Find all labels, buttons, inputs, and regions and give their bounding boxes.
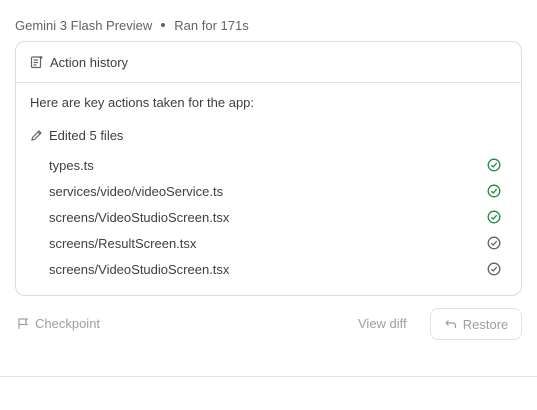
separator-dot <box>161 23 166 27</box>
file-name: screens/ResultScreen.tsx <box>49 235 197 251</box>
file-name: services/video/videoService.ts <box>49 183 224 199</box>
action-history-icon <box>30 56 43 69</box>
file-row[interactable]: types.ts <box>16 152 521 178</box>
check-circle-icon <box>487 158 501 172</box>
check-circle-icon <box>487 184 501 198</box>
file-name: screens/VideoStudioScreen.tsx <box>49 209 230 225</box>
file-row[interactable]: services/video/videoService.ts <box>16 178 521 204</box>
flag-icon <box>18 318 29 329</box>
checkpoint-button[interactable]: Checkpoint <box>17 316 100 331</box>
bottom-divider <box>0 376 537 377</box>
check-circle-icon <box>487 236 501 250</box>
checkpoint-label: Checkpoint <box>35 316 101 331</box>
file-row[interactable]: screens/VideoStudioScreen.tsx <box>16 204 521 230</box>
card-header: Action history <box>16 42 521 83</box>
edited-files-label: Edited 5 files <box>49 128 124 143</box>
model-name: Gemini 3 Flash Preview <box>15 17 153 33</box>
file-row[interactable]: screens/ResultScreen.tsx <box>16 230 521 256</box>
file-list: types.ts services/video/videoService.ts … <box>16 152 521 282</box>
restore-arrow-icon <box>444 320 456 328</box>
restore-label: Restore <box>462 316 509 332</box>
intro-text: Here are key actions taken for the app: <box>30 95 255 110</box>
view-diff-button[interactable]: View diff <box>358 316 407 331</box>
pencil-icon <box>31 130 42 141</box>
restore-button[interactable]: Restore <box>430 308 522 340</box>
card-title: Action history <box>50 54 129 70</box>
action-history-card: Action history Here are key actions take… <box>15 41 522 296</box>
file-name: types.ts <box>49 157 94 173</box>
check-circle-icon <box>487 262 501 276</box>
run-time: Ran for 171s <box>174 17 249 33</box>
action-footer: Checkpoint View diff Restore <box>15 308 522 340</box>
check-circle-icon <box>487 210 501 224</box>
file-row[interactable]: screens/VideoStudioScreen.tsx <box>16 256 521 282</box>
run-meta: Gemini 3 Flash Preview Ran for 171s <box>15 16 249 34</box>
edited-files-summary: Edited 5 files <box>30 128 123 143</box>
file-name: screens/VideoStudioScreen.tsx <box>49 261 230 277</box>
